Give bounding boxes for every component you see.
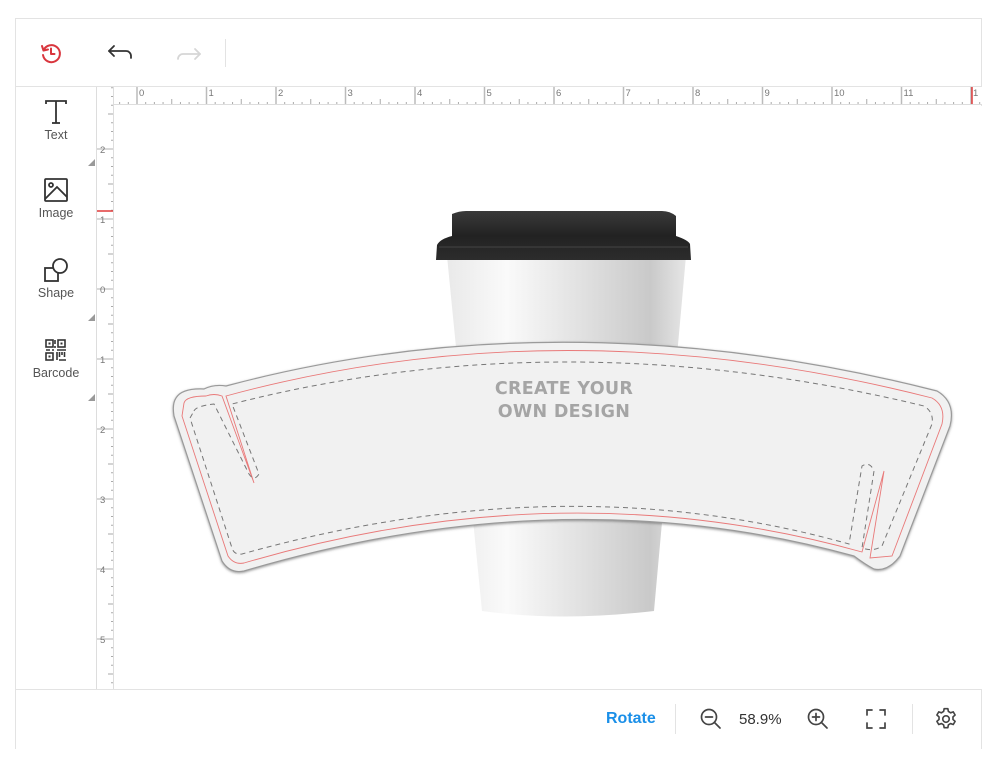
top-toolbar [16, 19, 981, 87]
ruler-label: 9 [764, 88, 770, 99]
tool-shape[interactable]: Shape [16, 255, 96, 300]
design-text-line1: CREATE YOUR [494, 379, 634, 399]
ruler-label: 3 [347, 88, 353, 99]
fullscreen-icon [866, 709, 886, 729]
design-placeholder-text[interactable]: CREATE YOUR OWN DESIGN [469, 378, 659, 424]
tool-image-label: Image [38, 206, 74, 220]
rotate-button[interactable]: Rotate [606, 710, 656, 728]
bottom-divider [912, 704, 913, 734]
ruler-label: 1 [100, 355, 106, 366]
ruler-label: 10 [834, 88, 845, 99]
ruler-label: 3 [100, 495, 106, 506]
bottom-divider [675, 704, 676, 734]
text-t-icon [45, 100, 67, 124]
tool-barcode[interactable]: Barcode [16, 335, 96, 380]
undo-button[interactable] [104, 36, 138, 70]
ruler-label: 5 [486, 88, 492, 99]
toolbar-divider [225, 39, 226, 67]
image-icon [44, 178, 68, 202]
history-icon [41, 44, 61, 64]
ruler-label: 1 [973, 88, 979, 99]
tool-panel: Text Image Shape Barcode [16, 87, 96, 689]
ruler-label: 1 [100, 215, 106, 226]
tool-shape-label: Shape [37, 286, 75, 300]
ruler-label: 2 [100, 425, 106, 436]
panel-corner-mark [88, 314, 95, 321]
ruler-label: 2 [100, 145, 106, 156]
zoom-out-button[interactable] [696, 704, 726, 734]
ruler-label: 4 [417, 88, 423, 99]
fit-screen-button[interactable] [861, 704, 891, 734]
zoom-level: 58.9% [739, 711, 782, 728]
ruler-label: 7 [625, 88, 631, 99]
design-canvas[interactable]: CREATE YOUR OWN DESIGN [114, 106, 982, 689]
undo-arrow-icon [108, 45, 132, 59]
ruler-label: 11 [903, 88, 914, 99]
design-text-line2: OWN DESIGN [497, 402, 631, 422]
ruler-label: 8 [695, 88, 701, 99]
history-button[interactable] [34, 36, 68, 70]
redo-arrow-icon [177, 48, 201, 60]
tool-text[interactable]: Text [16, 97, 96, 142]
ruler-label: 0 [139, 88, 145, 99]
vertical-ruler[interactable]: 321012345 [96, 87, 114, 689]
editor-frame: Text Image Shape Barcode 0 1 2 3 4 5 6 7… [15, 18, 982, 749]
panel-corner-mark [88, 394, 95, 401]
ruler-label: 1 [208, 88, 214, 99]
tool-image[interactable]: Image [16, 175, 96, 220]
panel-corner-mark [88, 159, 95, 166]
zoom-out-icon [700, 708, 721, 729]
zoom-in-button[interactable] [803, 704, 833, 734]
settings-button[interactable] [931, 704, 961, 734]
tool-barcode-label: Barcode [32, 366, 80, 380]
ruler-label: 5 [100, 635, 106, 646]
ruler-label: 4 [100, 565, 106, 576]
ruler-label: 6 [556, 88, 562, 99]
horizontal-ruler[interactable]: 0 1 2 3 4 5 6 7 8 9 10 11 1 [113, 87, 982, 105]
ruler-label: 0 [100, 285, 106, 296]
gear-icon [936, 707, 956, 729]
zoom-in-icon [807, 708, 828, 729]
bottom-toolbar: Rotate 58.9% [16, 689, 981, 749]
shape-icon [44, 258, 68, 282]
tool-text-label: Text [44, 128, 68, 142]
ruler-label: 2 [278, 88, 284, 99]
qr-barcode-icon [45, 339, 66, 361]
redo-button[interactable] [171, 36, 205, 70]
cup-lid [436, 211, 691, 260]
